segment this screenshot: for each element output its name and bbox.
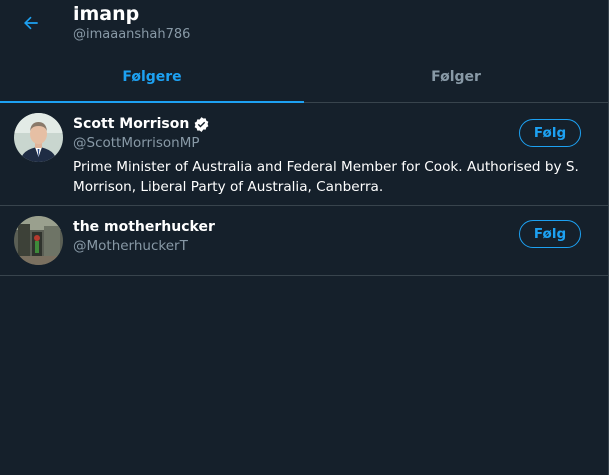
user-name[interactable]: Scott Morrison <box>73 115 189 133</box>
arrow-left-icon <box>24 16 38 30</box>
user-row[interactable]: Scott Morrison @ScottMorrisonMP Prime Mi… <box>0 103 608 206</box>
page-title: imanp <box>73 3 140 25</box>
follow-button[interactable]: Følg <box>519 119 581 147</box>
user-name-line: the motherhucker <box>73 218 215 236</box>
page-handle: @imaaanshah786 <box>73 27 191 42</box>
tab-followers-label: Følgere <box>122 69 182 85</box>
user-name-line: Scott Morrison <box>73 115 210 133</box>
user-handle: @ScottMorrisonMP <box>73 135 200 151</box>
user-handle: @MotherhuckerT <box>73 238 188 254</box>
avatar-image <box>14 113 63 162</box>
page-header: imanp @imaaanshah786 <box>0 0 608 52</box>
follow-button[interactable]: Følg <box>519 220 581 248</box>
tab-following[interactable]: Følger <box>304 52 608 102</box>
avatar[interactable] <box>14 113 63 162</box>
avatar-image <box>14 216 63 265</box>
back-button[interactable] <box>14 6 48 40</box>
tab-following-label: Følger <box>431 69 481 85</box>
tab-bar: Følgere Følger <box>0 52 608 103</box>
avatar[interactable] <box>14 216 63 265</box>
user-row[interactable]: the motherhucker @MotherhuckerT Følg <box>0 206 608 276</box>
tab-followers[interactable]: Følgere <box>0 52 304 103</box>
user-bio: Prime Minister of Australia and Federal … <box>73 159 579 195</box>
user-name[interactable]: the motherhucker <box>73 218 215 236</box>
verified-badge-icon <box>193 116 210 133</box>
